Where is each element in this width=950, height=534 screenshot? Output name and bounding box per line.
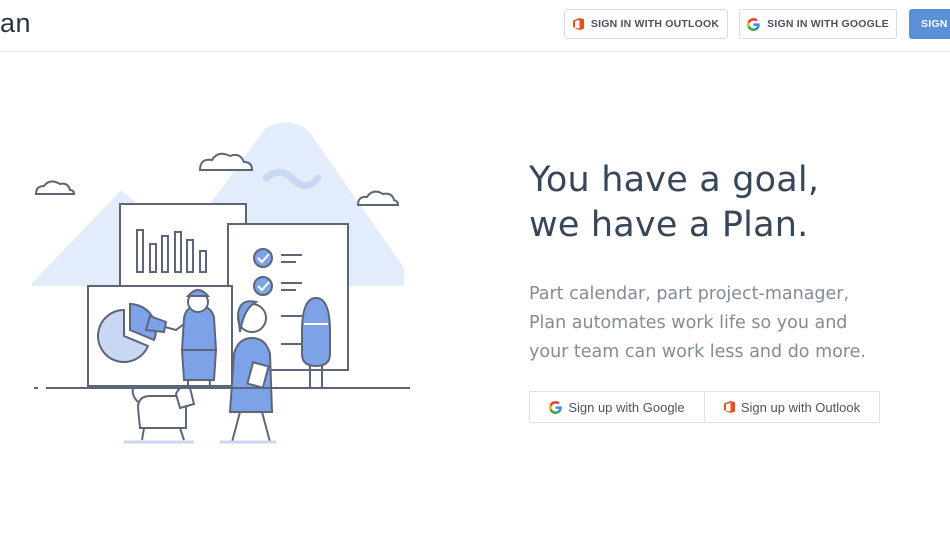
sign-in-outlook-label: SIGN IN WITH OUTLOOK <box>590 18 720 30</box>
hero-subtitle: Part calendar, part project-manager, Pla… <box>529 280 866 367</box>
sign-up-label: SIGN UP <box>921 18 950 30</box>
headline-line-2: we have a Plan. <box>529 205 809 245</box>
hero-illustration <box>32 122 410 444</box>
subtitle-line-3: your team can work less and do more. <box>529 342 866 362</box>
office-logo-icon <box>723 401 735 413</box>
sign-up-outlook-button[interactable]: Sign up with Outlook <box>704 391 880 423</box>
dog-figure <box>131 385 196 441</box>
sign-up-google-label: Sign up with Google <box>568 399 685 415</box>
subtitle-line-2: Plan automates work life so you and <box>529 313 848 333</box>
sign-in-google-label: SIGN IN WITH GOOGLE <box>767 18 889 30</box>
logo-text[interactable]: an <box>0 8 31 39</box>
google-g-icon <box>747 17 760 31</box>
person-blob <box>301 296 331 388</box>
top-header: an SIGN IN WITH OUTLOOK SIGN IN WITH GOO… <box>0 0 950 52</box>
sign-up-button[interactable]: SIGN UP <box>909 9 950 39</box>
sign-in-outlook-button[interactable]: SIGN IN WITH OUTLOOK <box>564 9 728 39</box>
headline-line-1: You have a goal, <box>529 160 820 200</box>
sign-in-google-button[interactable]: SIGN IN WITH GOOGLE <box>739 9 897 39</box>
office-logo-icon <box>572 18 584 30</box>
sign-up-google-button[interactable]: Sign up with Google <box>529 391 705 423</box>
hero-headline: You have a goal, we have a Plan. <box>529 158 819 248</box>
sign-up-outlook-label: Sign up with Outlook <box>740 399 861 415</box>
subtitle-line-1: Part calendar, part project-manager, <box>529 284 850 304</box>
google-g-icon <box>549 400 563 414</box>
